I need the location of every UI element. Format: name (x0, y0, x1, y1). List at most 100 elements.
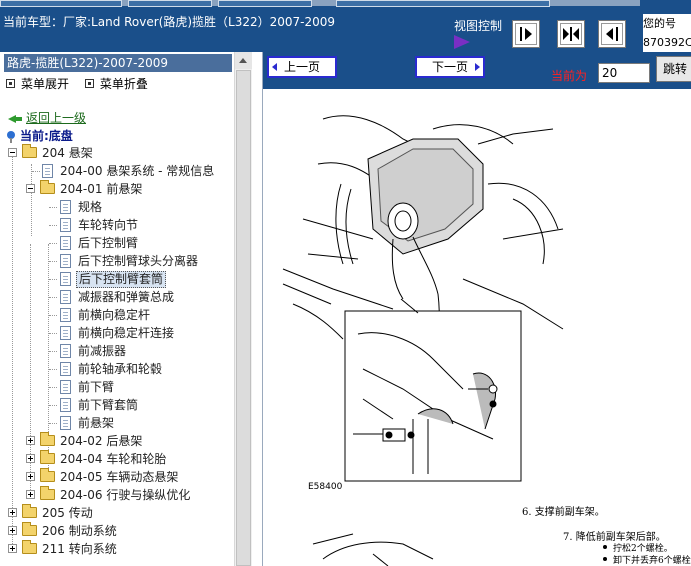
document-icon (60, 326, 71, 340)
document-icon (60, 398, 71, 412)
tree-leaf-stabilizer-link[interactable]: 前横向稳定杆连接 (0, 324, 234, 342)
tree-leaf-ball-joint-separator[interactable]: 后下控制臂球头分离器 (0, 252, 234, 270)
top-tab-4[interactable] (336, 0, 550, 7)
document-icon (60, 272, 71, 286)
document-icon (60, 308, 71, 322)
jump-button[interactable]: 跳转 (656, 56, 691, 82)
tree-node-204-02[interactable]: 204-02 后悬架 (0, 432, 234, 450)
suspension-diagram (282, 115, 564, 566)
tree-node-205[interactable]: 205 传动 (0, 504, 234, 522)
split-arrows-icon (563, 27, 579, 41)
view-control-label: 视图控制 (454, 19, 503, 33)
step-6: 6. 支撑前副车架。 (522, 507, 605, 518)
tree-leaf-rear-lower-arm-bushing[interactable]: 后下控制臂套筒 (0, 270, 234, 288)
tree-header: 路虎-揽胜(L322)-2007-2009 (4, 54, 232, 72)
folder-icon (40, 468, 55, 482)
expand-toggle-icon[interactable] (26, 454, 35, 463)
next-page-button[interactable]: 下一页 (415, 56, 485, 78)
expand-toggle-icon[interactable] (26, 490, 35, 499)
tree-leaf-wheel-bearing-hub[interactable]: 前轮轴承和轮毂 (0, 360, 234, 378)
collapse-toggle-icon[interactable] (8, 148, 17, 157)
back-arrow-icon (8, 113, 22, 125)
top-tab-1[interactable] (0, 0, 122, 7)
user-info-line-2: 870392C (643, 36, 691, 49)
navigation-tree-pane: 路虎-揽胜(L322)-2007-2009 菜单展开 菜单折叠 返回上一级 当前… (0, 52, 263, 566)
folder-open-icon (22, 144, 37, 158)
document-icon (60, 290, 71, 304)
figure-code: E58400 (308, 482, 343, 492)
expand-toggle-icon[interactable] (8, 526, 17, 535)
tree-node-204-01[interactable]: 204-01 前悬架 (0, 180, 234, 198)
expand-all-button[interactable]: 菜单展开 (6, 77, 69, 91)
tree-node-204-00[interactable]: 204-00 悬架系统 - 常规信息 (0, 162, 234, 180)
scrollbar-thumb[interactable] (236, 70, 251, 566)
tree-leaf-stabilizer-bar[interactable]: 前横向稳定杆 (0, 306, 234, 324)
back-link[interactable]: 返回上一级 (8, 109, 86, 127)
folder-icon (40, 450, 55, 464)
prev-arrow-icon (272, 63, 277, 71)
expand-icon (6, 79, 15, 88)
step-7-bullet-2: 卸下并丢弃6个螺栓。 (603, 553, 691, 566)
location-pin-icon (6, 130, 16, 143)
folder-icon (22, 522, 37, 536)
view-left-button[interactable] (598, 20, 626, 48)
top-tab-strip (0, 0, 640, 7)
expand-toggle-icon[interactable] (26, 472, 35, 481)
folder-icon (22, 504, 37, 518)
document-icon (60, 254, 71, 268)
car-model-title: 当前车型：厂家:Land Rover(路虎)揽胜（L322）2007-2009 (3, 15, 336, 29)
tree-scrollbar[interactable] (234, 52, 252, 566)
folder-icon (40, 486, 55, 500)
collapse-toggle-icon[interactable] (26, 184, 35, 193)
next-arrow-icon (475, 63, 480, 71)
tree-node-204-04[interactable]: 204-04 车轮和轮胎 (0, 450, 234, 468)
arrow-left-icon (606, 27, 618, 41)
document-icon (60, 236, 71, 250)
scroll-up-arrow-icon[interactable] (235, 52, 252, 69)
view-control-arrow-icon (454, 35, 470, 49)
tree-node-211[interactable]: 211 转向系统 (0, 540, 234, 558)
top-tab-3[interactable] (218, 0, 312, 7)
view-right-button[interactable] (512, 20, 540, 48)
manual-page: E58400 6. 支撑前副车架。 7. 降低前副车架后部。 拧松2个螺栓。 卸… (263, 89, 691, 566)
document-icon (60, 218, 71, 232)
top-bar: 当前车型：厂家:Land Rover(路虎)揽胜（L322）2007-2009 … (0, 0, 691, 52)
tree-leaf-specs[interactable]: 规格 (0, 198, 234, 216)
document-icon (60, 416, 71, 430)
tree-leaf-knuckle[interactable]: 车轮转向节 (0, 216, 234, 234)
document-viewer: 上一页 下一页 当前为 跳转 (263, 52, 691, 566)
expand-toggle-icon[interactable] (26, 436, 35, 445)
page-nav-bar: 上一页 下一页 当前为 跳转 (263, 52, 691, 89)
menu-ops: 菜单展开 菜单折叠 (6, 75, 160, 92)
document-icon (60, 200, 71, 214)
collapse-all-button[interactable]: 菜单折叠 (84, 77, 148, 91)
expand-toggle-icon[interactable] (8, 544, 17, 553)
tree-leaf-damper-spring[interactable]: 减振器和弹簧总成 (0, 288, 234, 306)
folder-open-icon (40, 180, 55, 194)
user-info-panel: 您的号 870392C (643, 14, 691, 52)
view-split-button[interactable] (557, 20, 585, 48)
tree-leaf-front-suspension[interactable]: 前悬架 (0, 414, 234, 432)
tree-node-206[interactable]: 206 制动系统 (0, 522, 234, 540)
expand-toggle-icon[interactable] (8, 508, 17, 517)
tree-leaf-front-damper[interactable]: 前减振器 (0, 342, 234, 360)
document-icon (60, 380, 71, 394)
page-number-input[interactable] (598, 63, 650, 83)
tree-leaf-rear-lower-arm[interactable]: 后下控制臂 (0, 234, 234, 252)
arrow-right-icon (520, 27, 532, 41)
tree-leaf-front-lower-arm[interactable]: 前下臂 (0, 378, 234, 396)
tree-node-204-05[interactable]: 204-05 车辆动态悬架 (0, 468, 234, 486)
tree-leaf-front-lower-arm-bushing[interactable]: 前下臂套筒 (0, 396, 234, 414)
document-icon (60, 344, 71, 358)
top-tab-2[interactable] (128, 0, 212, 7)
document-icon (42, 164, 53, 178)
tree-node-204[interactable]: 204 悬架 (0, 144, 234, 162)
current-category: 当前:底盘 (6, 127, 73, 145)
collapse-icon (84, 79, 94, 88)
user-info-line-1: 您的号 (643, 17, 676, 30)
tree-node-204-06[interactable]: 204-06 行驶与操纵优化 (0, 486, 234, 504)
prev-page-button[interactable]: 上一页 (267, 56, 337, 78)
document-icon (60, 362, 71, 376)
current-page-label: 当前为 (551, 69, 588, 83)
folder-icon (40, 432, 55, 446)
